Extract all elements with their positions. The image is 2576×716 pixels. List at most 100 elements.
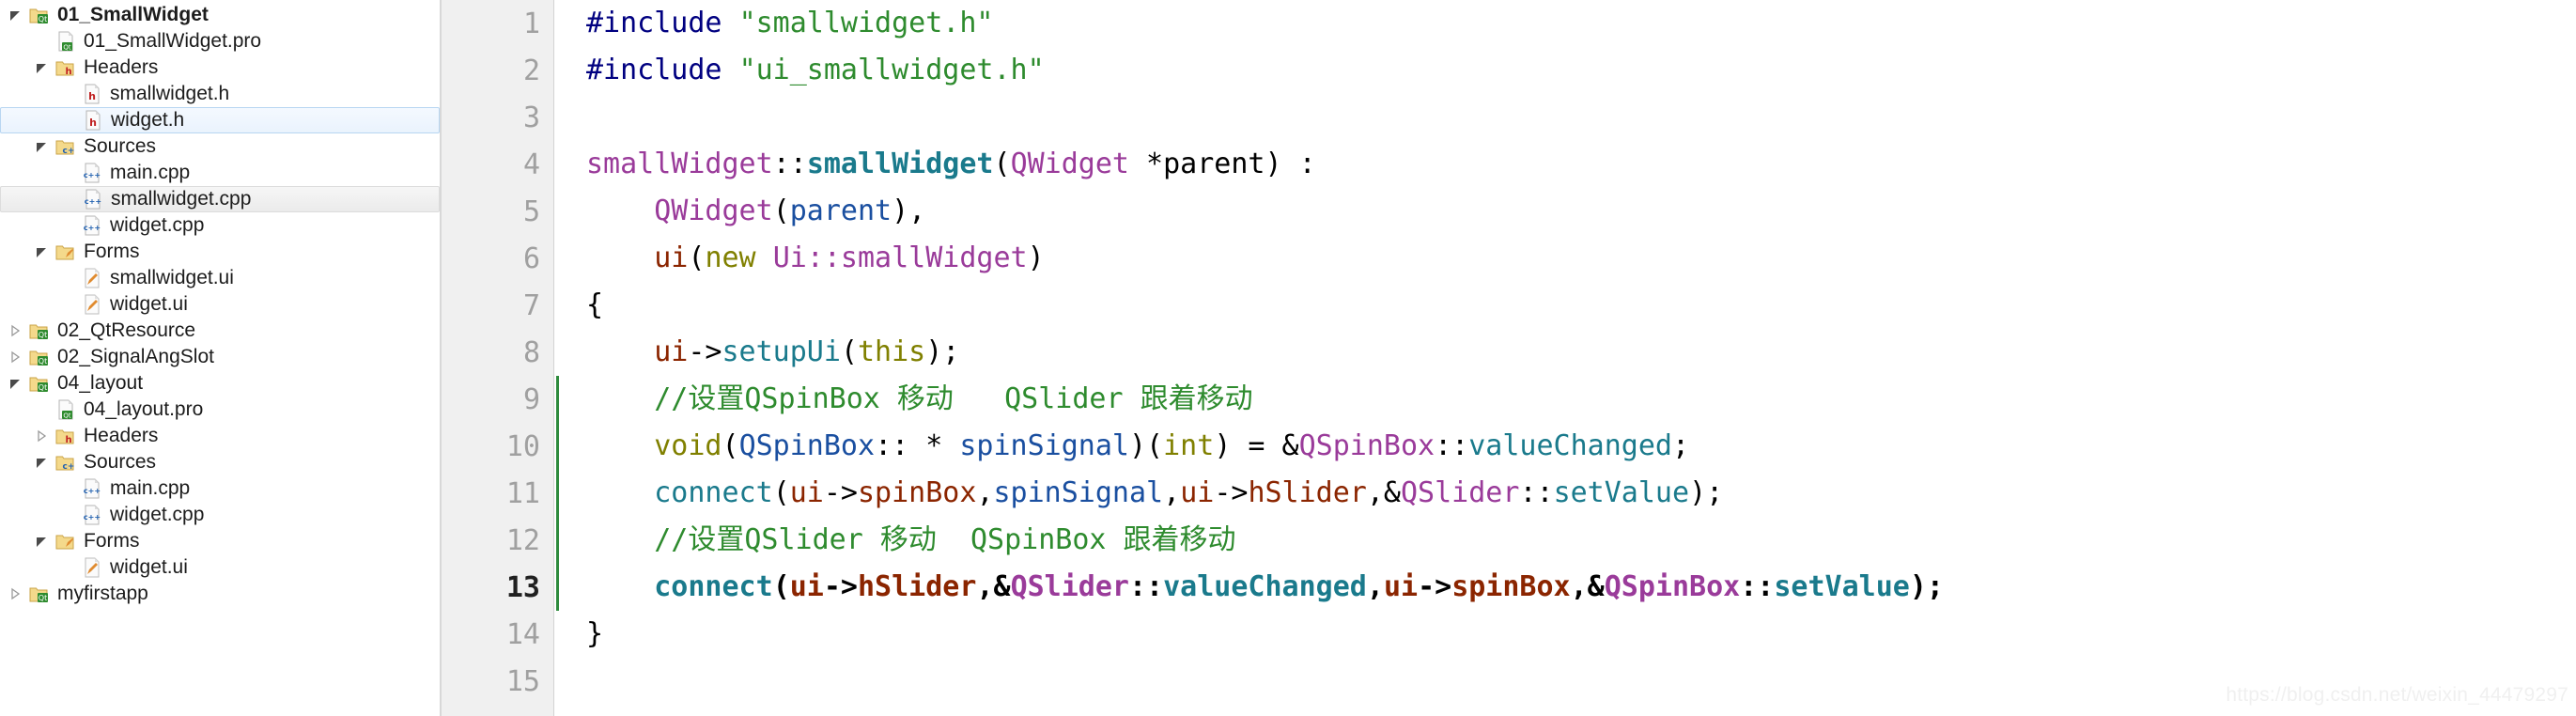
chevron-right-icon[interactable]: [30, 429, 53, 443]
line-number-8[interactable]: 8: [442, 329, 553, 376]
line-number-gutter[interactable]: 1 2 3 4 5 6 7 8 9 10 11 12 13 14 15: [442, 0, 569, 716]
tree-item-forms[interactable]: Forms: [0, 239, 440, 265]
code-line-2[interactable]: #include "ui_smallwidget.h": [556, 47, 2576, 94]
code-token: QSpinBox: [1604, 570, 1741, 603]
line-number-10[interactable]: 10: [442, 423, 553, 470]
code-line-9[interactable]: //设置QSpinBox 移动 QSlider 跟着移动: [556, 376, 2576, 423]
code-token: ::: [1435, 429, 1469, 462]
code-line-7[interactable]: {: [556, 282, 2576, 329]
chevron-right-icon[interactable]: [4, 350, 26, 364]
line-number-2[interactable]: 2: [442, 47, 553, 94]
chevron-down-icon[interactable]: [30, 61, 53, 74]
tree-item-02-signalangslot[interactable]: Qt 02_SignalAngSlot: [0, 344, 440, 370]
code-line-12[interactable]: //设置QSlider 移动 QSpinBox 跟着移动: [556, 517, 2576, 564]
tree-item-04-layout[interactable]: Qt 04_layout: [0, 370, 440, 397]
line-number-1[interactable]: 1: [442, 0, 553, 47]
folder-h-icon: h: [53, 58, 79, 77]
line-number-12[interactable]: 12: [442, 517, 553, 564]
folder-ui-icon: [53, 532, 79, 551]
code-token: new: [705, 241, 756, 274]
project-tree-panel[interactable]: Qt 01_SmallWidget Qt 01_SmallWidget.pro h Hea…: [0, 0, 442, 716]
chevron-right-icon[interactable]: [4, 587, 26, 600]
code-token: ;: [1672, 429, 1690, 462]
code-line-5[interactable]: QWidget(parent),: [556, 188, 2576, 235]
line-number-6[interactable]: 6: [442, 235, 569, 282]
line-number-4[interactable]: 4: [442, 141, 553, 188]
chevron-down-icon[interactable]: [30, 245, 53, 258]
tree-item-smallwidget-ui[interactable]: smallwidget.ui: [0, 265, 440, 291]
code-line-1[interactable]: #include "smallwidget.h": [556, 0, 2576, 47]
code-token: valueChanged: [1163, 570, 1367, 603]
svg-text:c+: c+: [63, 462, 75, 472]
tree-item-label: widget.cpp: [110, 504, 205, 525]
line-number-7[interactable]: 7: [442, 282, 553, 329]
tree-item-01-smallwidget[interactable]: Qt 01_SmallWidget: [0, 2, 440, 28]
project-tree[interactable]: Qt 01_SmallWidget Qt 01_SmallWidget.pro h Hea…: [0, 2, 440, 607]
tree-item-widget-cpp[interactable]: c++ widget.cpp: [0, 502, 440, 528]
code-token: QSpinBox: [738, 429, 876, 462]
tree-item-smallwidget-h[interactable]: h smallwidget.h: [0, 81, 440, 107]
code-token: ui: [654, 335, 689, 368]
tree-item-label: widget.cpp: [110, 214, 205, 236]
tree-item-widget-ui[interactable]: widget.ui: [0, 554, 440, 581]
tree-item-myfirstapp[interactable]: Qt myfirstapp: [0, 581, 440, 607]
code-token: spinBox: [1451, 570, 1571, 603]
code-line-6[interactable]: ui(new Ui::smallWidget): [556, 235, 2576, 282]
code-line-4[interactable]: smallWidget::smallWidget(QWidget *parent…: [556, 141, 2576, 188]
line-number-13[interactable]: 13: [442, 564, 553, 611]
code-editor-panel[interactable]: 1 2 3 4 5 6 7 8 9 10 11 12 13 14 15 #include "smallwid…: [442, 0, 2576, 716]
chevron-down-icon[interactable]: [30, 535, 53, 548]
line-number-5[interactable]: 5: [442, 188, 553, 235]
code-token: smallWidget: [586, 148, 773, 180]
code-line-14[interactable]: }: [556, 611, 2576, 658]
code-text-area[interactable]: #include "smallwidget.h" #include "ui_sma…: [554, 0, 2576, 716]
tree-item-main-cpp[interactable]: c++ main.cpp: [0, 475, 440, 502]
tree-item-headers[interactable]: h Headers: [0, 54, 440, 81]
line-number-14[interactable]: 14: [442, 611, 553, 658]
code-token: *parent) :: [1129, 148, 1316, 180]
chevron-right-icon[interactable]: [4, 324, 26, 337]
tree-item-main-cpp[interactable]: c++ main.cpp: [0, 160, 440, 186]
cpp-file-icon: c++: [80, 189, 106, 210]
tree-item-02-qtresource[interactable]: Qt 02_QtResource: [0, 318, 440, 344]
tree-item-01-smallwidget-pro[interactable]: Qt 01_SmallWidget.pro: [0, 28, 440, 54]
tree-item-smallwidget-cpp[interactable]: c++ smallwidget.cpp: [0, 186, 440, 212]
tree-item-widget-h[interactable]: h widget.h: [0, 107, 440, 133]
code-token: hSlider: [858, 570, 977, 603]
folder-cpp-icon: c+: [53, 137, 79, 156]
chevron-down-icon[interactable]: [30, 456, 53, 469]
tree-item-sources[interactable]: c+ Sources: [0, 133, 440, 160]
tree-item-label: smallwidget.cpp: [111, 188, 252, 210]
tree-item-04-layout-pro[interactable]: Qt 04_layout.pro: [0, 397, 440, 423]
code-line-10[interactable]: void(QSpinBox:: * spinSignal)(int) = &QS…: [556, 423, 2576, 470]
line-number-11[interactable]: 11: [442, 470, 553, 517]
code-token: (: [772, 476, 790, 509]
code-token: );: [925, 335, 960, 368]
code-line-3[interactable]: [556, 94, 2576, 141]
tree-item-widget-ui[interactable]: widget.ui: [0, 291, 440, 318]
line-number-9[interactable]: 9: [442, 376, 553, 423]
code-token: ui: [789, 476, 824, 509]
chevron-down-icon[interactable]: [4, 8, 26, 22]
chevron-down-icon[interactable]: [4, 377, 26, 390]
code-line-11[interactable]: connect(ui->spinBox,spinSignal,ui->hSlid…: [556, 470, 2576, 517]
code-token: :: *: [875, 429, 960, 462]
tree-item-label: widget.h: [111, 109, 185, 131]
code-token: ::: [1519, 476, 1554, 509]
tree-item-headers[interactable]: h Headers: [0, 423, 440, 449]
code-line-8[interactable]: ui->setupUi(this);: [556, 329, 2576, 376]
line-number-3[interactable]: 3: [442, 94, 553, 141]
code-token: ::: [1740, 570, 1775, 603]
svg-text:Qt: Qt: [63, 412, 71, 420]
tree-item-widget-cpp[interactable]: c++ widget.cpp: [0, 212, 440, 239]
tree-item-sources[interactable]: c+ Sources: [0, 449, 440, 475]
code-line-13[interactable]: connect(ui->hSlider,&QSlider::valueChang…: [556, 564, 2576, 611]
tree-item-forms[interactable]: Forms: [0, 528, 440, 554]
svg-text:c++: c++: [84, 171, 101, 179]
line-number-15[interactable]: 15: [442, 658, 553, 705]
chevron-down-icon[interactable]: [30, 140, 53, 153]
code-token: ui: [654, 241, 689, 274]
tree-item-label: 04_layout.pro: [84, 398, 204, 420]
code-token: QSlider: [1401, 476, 1520, 509]
code-token: "ui_smallwidget.h": [738, 54, 1045, 86]
